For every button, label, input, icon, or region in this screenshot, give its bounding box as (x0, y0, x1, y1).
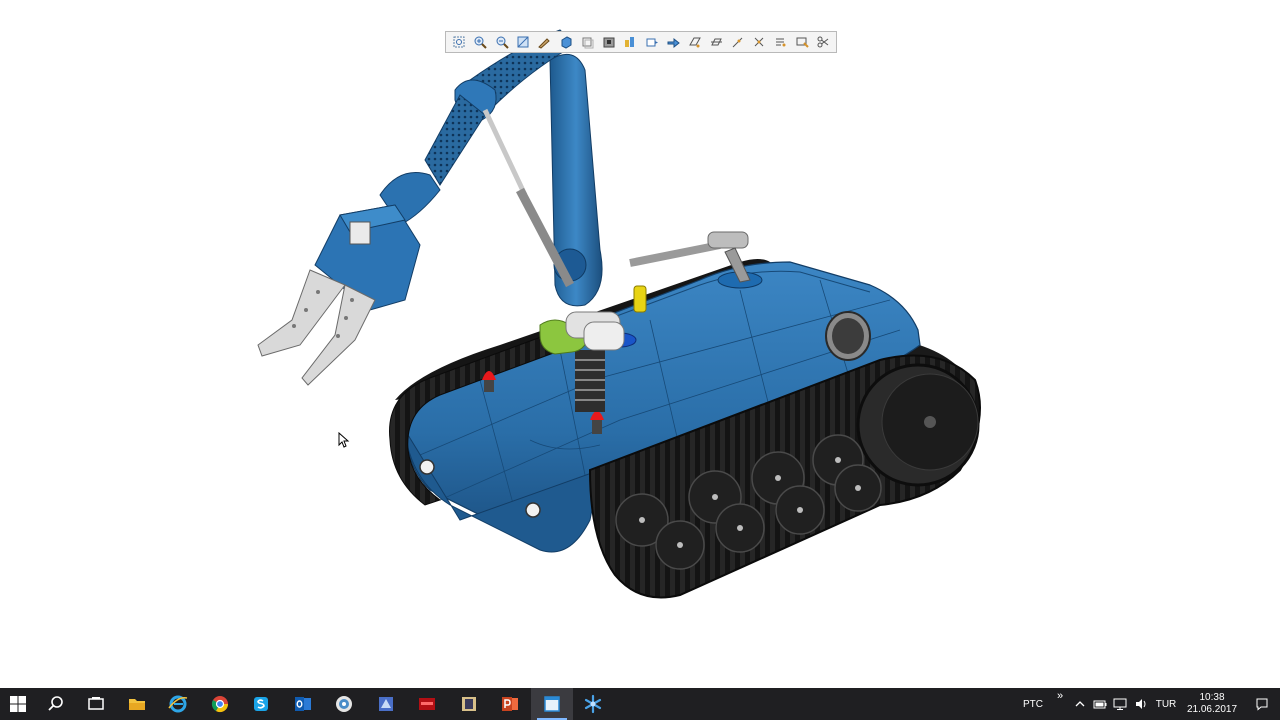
ie-icon (168, 695, 188, 713)
blue-app-icon (378, 697, 393, 711)
battery-icon (1093, 700, 1107, 709)
windows-taskbar: PTC » TUR 10:38 21.06.2017 (0, 688, 1280, 720)
toolbar-button-fit-view[interactable] (512, 33, 533, 51)
toolbar-button-spin-center[interactable] (662, 33, 683, 51)
regenerate-icon (817, 36, 829, 48)
windows-logo-icon (10, 696, 26, 712)
taskbar-powerpoint[interactable] (490, 688, 532, 720)
chrome-icon (211, 696, 228, 713)
annotation-display-icon (776, 38, 786, 47)
toolbar-button-regenerate[interactable] (812, 33, 833, 51)
creo-icon (585, 694, 602, 714)
folder-icon (128, 699, 145, 710)
clock-time: 10:38 (1199, 692, 1225, 703)
csys-display-icon (754, 37, 764, 47)
toolbar-button-wireframe[interactable] (577, 33, 598, 51)
toolbar-button-csys-display[interactable] (748, 33, 769, 51)
toolbar-button-zoom-in[interactable] (469, 33, 490, 51)
taskbar-outlook[interactable] (282, 688, 324, 720)
toolbar-button-datum-display[interactable] (620, 33, 641, 51)
ptc-label[interactable]: PTC (1016, 688, 1050, 720)
start-button[interactable] (0, 688, 36, 720)
toolbar-button-point-display[interactable] (727, 33, 748, 51)
taskbar-apps (36, 688, 614, 720)
point-display-icon (733, 37, 743, 48)
toolbar-button-view-manager[interactable] (641, 33, 662, 51)
plane-display-icon (688, 37, 701, 48)
zoom-window-icon (453, 36, 465, 48)
taskbar-app-tower[interactable] (448, 688, 490, 720)
fit-view-icon (517, 36, 529, 48)
spin-center-icon (667, 37, 680, 49)
toolbar-button-zoom-out[interactable] (491, 33, 512, 51)
taskbar-internet-explorer[interactable] (158, 688, 200, 720)
toolbar-button-saved-views[interactable] (598, 33, 619, 51)
taskbar-app-blue[interactable] (365, 688, 407, 720)
battery-tray-button[interactable] (1090, 688, 1110, 720)
view-manager-icon (646, 38, 658, 47)
shaded-icon (561, 36, 572, 49)
toolbar-button-shaded[interactable] (555, 33, 576, 51)
search-icon (48, 696, 63, 711)
toolbar-button-appearance[interactable] (791, 33, 812, 51)
speaker-icon (1136, 699, 1146, 709)
show-hidden-icons-button[interactable] (1070, 688, 1090, 720)
powerpoint-icon (502, 697, 519, 711)
taskbar-app-circle[interactable] (324, 688, 366, 720)
clock-date: 21.06.2017 (1186, 704, 1238, 715)
appearance-icon (796, 37, 809, 48)
taskbar-app-red[interactable] (407, 688, 449, 720)
zoom-out-icon (496, 36, 509, 49)
task-view-icon (88, 697, 104, 710)
axis-display-icon (710, 38, 722, 46)
view-toolbar (445, 31, 837, 53)
tower-app-icon (461, 697, 476, 711)
red-app-icon (419, 698, 436, 710)
volume-tray-button[interactable] (1130, 688, 1152, 720)
toolbar-button-plane-display[interactable] (684, 33, 705, 51)
toolbar-button-orient[interactable] (534, 33, 555, 51)
toolbar-button-annotation-display[interactable] (770, 33, 791, 51)
chevron-up-icon (1075, 701, 1085, 707)
network-tray-button[interactable] (1110, 688, 1130, 720)
taskbar-search[interactable] (36, 688, 76, 720)
taskbar-skype[interactable] (241, 688, 283, 720)
zoom-in-icon (474, 36, 487, 49)
taskbar-creo[interactable] (573, 688, 615, 720)
outlook-icon (294, 697, 311, 711)
taskbar-chrome[interactable] (199, 688, 241, 720)
robot-3d-model[interactable] (0, 0, 1280, 688)
taskbar-creo-window[interactable] (531, 688, 573, 720)
action-center-button[interactable] (1244, 688, 1280, 720)
saved-views-icon (603, 37, 615, 48)
mouse-cursor-icon (338, 432, 350, 448)
taskbar-file-explorer[interactable] (116, 688, 158, 720)
wireframe-icon (582, 37, 594, 49)
network-icon (1113, 698, 1127, 710)
clock[interactable]: 10:38 21.06.2017 (1180, 692, 1244, 716)
window-app-icon (544, 696, 560, 712)
taskbar-task-view[interactable] (76, 688, 116, 720)
notification-icon (1256, 698, 1268, 711)
datum-display-icon (625, 37, 635, 47)
graphics-viewport[interactable] (0, 0, 1280, 688)
input-language[interactable]: TUR (1152, 688, 1180, 720)
system-tray: PTC » TUR 10:38 21.06.2017 (1016, 688, 1280, 720)
circle-app-icon (336, 696, 353, 712)
orient-icon (538, 38, 551, 49)
toolbar-button-zoom-window[interactable] (448, 33, 469, 51)
toolbar-button-axis-display[interactable] (705, 33, 726, 51)
tray-overflow-chevron[interactable]: » (1050, 686, 1070, 722)
skype-icon (254, 697, 269, 711)
